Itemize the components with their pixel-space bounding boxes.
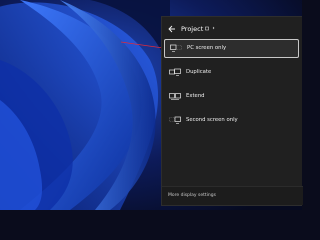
more-display-settings-link[interactable]: More display settings: [168, 192, 216, 200]
duplicate-icon: [169, 68, 181, 76]
option-label: Extend: [186, 93, 205, 99]
pc-screen-only-icon: [170, 44, 182, 52]
project-header: Project: [162, 23, 303, 37]
arrow-left-icon[interactable]: [168, 24, 176, 34]
option-label: Duplicate: [186, 69, 212, 75]
option-extend[interactable]: Extend: [164, 88, 299, 107]
panel-footer: More display settings: [162, 186, 303, 205]
project-mode-icon: [205, 26, 215, 31]
option-label: PC screen only: [187, 45, 227, 51]
second-screen-only-icon: [169, 116, 181, 124]
option-second-screen-only[interactable]: Second screen only: [164, 112, 299, 131]
option-duplicate[interactable]: Duplicate: [164, 64, 299, 83]
option-label: Second screen only: [186, 117, 238, 123]
panel-title: Project: [181, 25, 204, 33]
option-pc-screen-only[interactable]: PC screen only: [164, 39, 299, 58]
extend-icon: [169, 93, 181, 100]
project-flyout: Project PC screen only Duplicate Extend: [161, 16, 303, 206]
